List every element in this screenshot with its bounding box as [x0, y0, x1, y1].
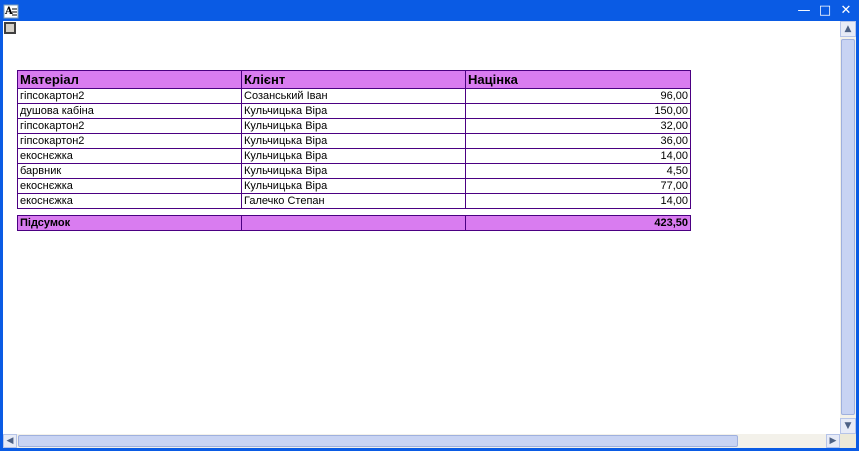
cell-client: Кульчицька Віра — [241, 148, 466, 164]
cell-client: Кульчицька Віра — [241, 118, 466, 134]
column-header-client: Клієнт — [241, 70, 466, 89]
svg-text:A: A — [4, 6, 13, 17]
table-header-row: Матеріал Клієнт Націнка — [17, 70, 691, 89]
scroll-right-arrow-icon[interactable]: ▶ — [826, 434, 840, 448]
scroll-up-arrow-icon[interactable]: ▲ — [840, 21, 856, 37]
cell-client: Созанський Іван — [241, 88, 466, 104]
horizontal-scrollbar[interactable]: ◀ ▶ — [3, 434, 840, 448]
cell-client: Кульчицька Віра — [241, 163, 466, 179]
cell-material: екоснєжка — [17, 193, 242, 209]
window-frame-left — [0, 21, 3, 451]
table-row: гіпсокартон2 Созанський Іван 96,00 — [17, 88, 691, 104]
table-row: екоснєжка Кульчицька Віра 14,00 — [17, 148, 691, 164]
horizontal-scroll-thumb[interactable] — [18, 435, 738, 447]
table-row: екоснєжка Галечко Степан 14,00 — [17, 193, 691, 209]
cell-material: гіпсокартон2 — [17, 88, 242, 104]
total-label: Підсумок — [17, 215, 242, 231]
maximize-icon[interactable]: □ — [817, 3, 833, 18]
cell-client: Кульчицька Віра — [241, 103, 466, 119]
close-icon[interactable]: ✕ — [838, 3, 854, 18]
cell-material: екоснєжка — [17, 178, 242, 194]
table-row: гіпсокартон2 Кульчицька Віра 32,00 — [17, 118, 691, 134]
cell-markup: 14,00 — [465, 148, 691, 164]
cell-material: гіпсокартон2 — [17, 133, 242, 149]
scroll-down-arrow-icon[interactable]: ▼ — [840, 418, 856, 434]
report-table-container: Матеріал Клієнт Націнка гіпсокартон2 Соз… — [17, 70, 691, 231]
title-bar[interactable]: A — □ ✕ — [0, 0, 859, 21]
report-app-icon[interactable]: A — [3, 3, 19, 19]
checkbox-control[interactable] — [4, 22, 16, 34]
vertical-scrollbar[interactable]: ▲ ▼ — [840, 21, 856, 434]
report-table: Матеріал Клієнт Націнка гіпсокартон2 Соз… — [17, 70, 691, 209]
total-row: Підсумок 423,50 — [17, 215, 691, 231]
scrollbar-corner — [840, 434, 856, 448]
table-row: барвник Кульчицька Віра 4,50 — [17, 163, 691, 179]
cell-client: Кульчицька Віра — [241, 178, 466, 194]
cell-markup: 4,50 — [465, 163, 691, 179]
cell-markup: 77,00 — [465, 178, 691, 194]
cell-material: гіпсокартон2 — [17, 118, 242, 134]
cell-client: Галечко Степан — [241, 193, 466, 209]
column-header-material: Матеріал — [17, 70, 242, 89]
totals-table: Підсумок 423,50 — [17, 215, 691, 231]
cell-client: Кульчицька Віра — [241, 133, 466, 149]
table-row: екоснєжка Кульчицька Віра 77,00 — [17, 178, 691, 194]
vertical-scroll-thumb[interactable] — [841, 39, 855, 415]
cell-markup: 150,00 — [465, 103, 691, 119]
total-value: 423,50 — [465, 215, 691, 231]
cell-markup: 36,00 — [465, 133, 691, 149]
cell-material: екоснєжка — [17, 148, 242, 164]
cell-material: барвник — [17, 163, 242, 179]
total-client-cell — [241, 215, 466, 231]
scroll-left-arrow-icon[interactable]: ◀ — [3, 434, 17, 448]
cell-markup: 96,00 — [465, 88, 691, 104]
cell-markup: 14,00 — [465, 193, 691, 209]
table-row: гіпсокартон2 Кульчицька Віра 36,00 — [17, 133, 691, 149]
column-header-markup: Націнка — [465, 70, 691, 89]
cell-markup: 32,00 — [465, 118, 691, 134]
cell-material: душова кабіна — [17, 103, 242, 119]
report-window: A — □ ✕ Матеріал Клієнт Націнка гіпсокар… — [0, 0, 859, 451]
table-row: душова кабіна Кульчицька Віра 150,00 — [17, 103, 691, 119]
minimize-icon[interactable]: — — [796, 3, 812, 18]
